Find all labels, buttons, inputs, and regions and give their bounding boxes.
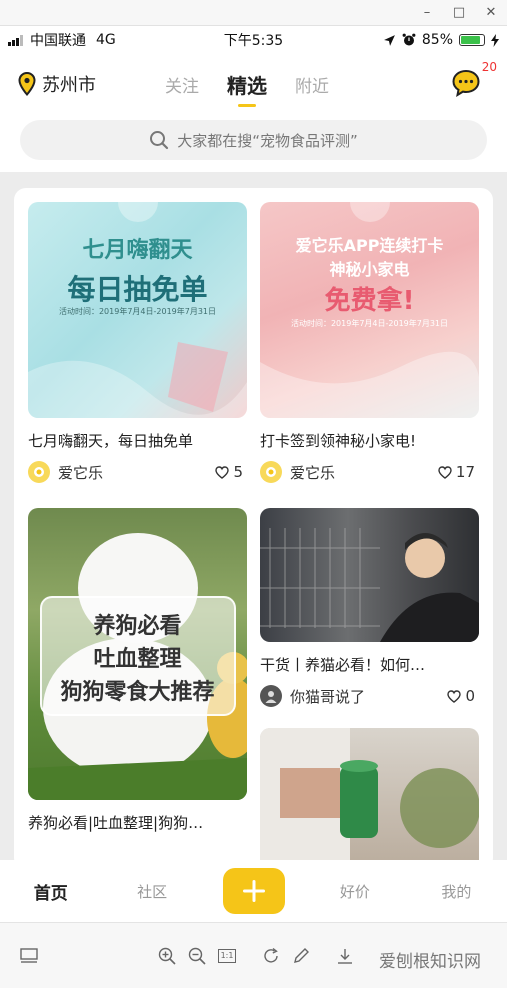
actual-size-button[interactable]: 1:1: [214, 943, 240, 969]
edit-pencil-icon[interactable]: [288, 943, 314, 969]
rotate-icon[interactable]: [258, 943, 284, 969]
signal-icon: [8, 34, 23, 46]
download-icon[interactable]: [332, 943, 358, 969]
like-count: 17: [455, 463, 475, 481]
city-label: 苏州市: [42, 75, 96, 96]
messages-button[interactable]: 20: [451, 60, 497, 102]
post-meta: 爱它乐 17: [260, 461, 479, 483]
maximize-button[interactable]: □: [443, 0, 475, 26]
like-button[interactable]: 0: [447, 687, 475, 705]
tab-follow[interactable]: 关注: [165, 72, 199, 97]
author-name[interactable]: 爱它乐: [58, 462, 103, 483]
like-button[interactable]: 5: [215, 463, 243, 481]
post-title: 干货丨养猫必看！如何…: [260, 656, 426, 674]
message-count-badge: 20: [481, 60, 497, 74]
post-title: 养狗必看|吐血整理|狗狗…: [28, 814, 204, 832]
cover-date: 活动时间：2019年7月4日-2019年7月31日: [290, 319, 449, 328]
like-button[interactable]: 17: [438, 463, 475, 481]
author-name[interactable]: 爱它乐: [290, 462, 335, 483]
feed-tabs: 关注 精选 附近: [165, 54, 329, 114]
cover-date: 活动时间：2019年7月4日-2019年7月31日: [58, 307, 217, 316]
author-avatar: [28, 461, 50, 483]
network-label: 4G: [96, 32, 116, 48]
phone-screen: 中国联通 4G 下午5:35 85% 苏州市 关注 精选 附近 20 大家都在搜…: [0, 26, 507, 988]
post-cover-image: 爱它乐APP连续打卡 神秘小家电 免费拿! 活动时间：2019年7月4日-201…: [260, 202, 479, 418]
post-title: 七月嗨翻天，每日抽免单: [28, 432, 194, 450]
actual-size-label: 1:1: [217, 948, 237, 963]
zoom-out-icon[interactable]: [184, 943, 210, 969]
tab-nearby[interactable]: 附近: [295, 72, 329, 97]
location-pin-icon: [18, 72, 36, 96]
window-titlebar: – □ ✕: [0, 0, 507, 26]
zoom-in-icon[interactable]: [154, 943, 180, 969]
search-bar-wrap: 大家都在搜“宠物食品评测”: [0, 114, 507, 172]
cage-photo: [260, 528, 479, 642]
author-name[interactable]: 你猫哥说了: [290, 686, 365, 707]
cover-headline-2: 每日抽免单: [67, 273, 208, 306]
post-meta: 你猫哥说了 0: [260, 685, 479, 707]
city-selector[interactable]: 苏州市: [18, 71, 96, 97]
create-post-button[interactable]: [203, 868, 304, 914]
heart-icon: [215, 465, 230, 479]
cover-headline-1: 养狗必看: [93, 614, 182, 639]
minimize-button[interactable]: –: [411, 0, 443, 26]
image-viewer-toolbar: 1:1 爱刨根知识网: [0, 922, 507, 988]
like-count: 0: [465, 687, 475, 705]
search-input[interactable]: 大家都在搜“宠物食品评测”: [20, 120, 487, 160]
top-header: 苏州市 关注 精选 附近 20: [0, 54, 507, 114]
room-photo: [260, 728, 479, 870]
cover-headline-2: 吐血整理: [93, 647, 182, 672]
cover-headline-2: 神秘小家电: [329, 260, 410, 279]
tab-mine[interactable]: 我的: [406, 881, 507, 902]
post-cover-image: [260, 728, 479, 870]
author-avatar: [260, 685, 282, 707]
site-watermark: 爱刨根知识网: [379, 952, 481, 972]
charging-icon: [491, 33, 499, 47]
status-bar: 中国联通 4G 下午5:35 85%: [0, 26, 507, 54]
search-icon: [150, 131, 169, 150]
cover-headline-3: 狗狗零食大推荐: [60, 680, 215, 705]
heart-icon: [447, 689, 462, 703]
post-card[interactable]: 干货丨养猫必看！如何… 你猫哥说了 0: [260, 508, 479, 707]
tab-featured[interactable]: 精选: [227, 70, 267, 99]
alarm-icon: [402, 33, 416, 46]
post-title: 打卡签到领神秘小家电!: [260, 432, 417, 450]
post-feed: 七月嗨翻天 每日抽免单 活动时间：2019年7月4日-2019年7月31日 七月…: [14, 188, 493, 870]
search-placeholder: 大家都在搜“宠物食品评测”: [177, 131, 358, 150]
battery-icon: [459, 34, 485, 46]
post-card[interactable]: [260, 728, 479, 870]
post-card[interactable]: 养狗必看 吐血整理 狗狗零食大推荐 养狗必看|吐血整理|狗狗…: [28, 508, 247, 833]
post-cover-image: 养狗必看 吐血整理 狗狗零食大推荐: [28, 508, 247, 800]
cover-headline-1: 爱它乐APP连续打卡: [295, 236, 444, 255]
bottom-tabbar: 首页 社区 好价 我的: [0, 860, 507, 922]
thumbnail-view-icon[interactable]: [16, 943, 42, 969]
location-arrow-icon: [383, 34, 395, 46]
post-meta: 爱它乐 5: [28, 461, 247, 483]
cover-headline-1: 七月嗨翻天: [82, 238, 193, 263]
close-button[interactable]: ✕: [475, 0, 507, 26]
tab-deals[interactable]: 好价: [304, 881, 405, 902]
battery-percent: 85%: [421, 32, 453, 48]
plus-icon: [222, 868, 285, 914]
carrier-label: 中国联通: [30, 33, 86, 49]
heart-icon: [438, 465, 452, 479]
cover-headline-3: 免费拿!: [324, 286, 415, 316]
tab-community[interactable]: 社区: [101, 881, 202, 902]
post-cover-image: 七月嗨翻天 每日抽免单 活动时间：2019年7月4日-2019年7月31日: [28, 202, 247, 418]
post-card[interactable]: 七月嗨翻天 每日抽免单 活动时间：2019年7月4日-2019年7月31日 七月…: [28, 202, 247, 483]
chat-bubble-icon: [452, 69, 480, 98]
tab-home[interactable]: 首页: [0, 879, 101, 904]
author-avatar: [260, 461, 282, 483]
post-cover-image: [260, 508, 479, 642]
like-count: 5: [233, 463, 243, 481]
post-card[interactable]: 爱它乐APP连续打卡 神秘小家电 免费拿! 活动时间：2019年7月4日-201…: [260, 202, 479, 483]
